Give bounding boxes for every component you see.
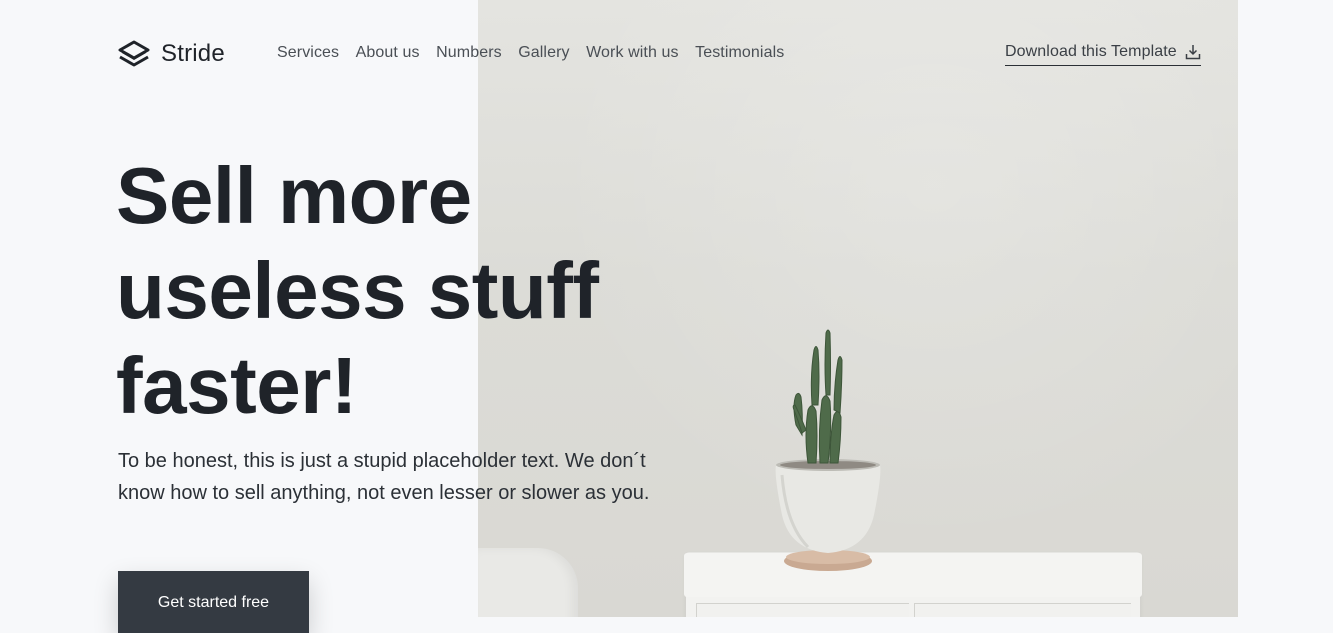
hero-subtext-line: To be honest, this is just a stupid plac…: [118, 450, 646, 472]
nav-link-work-with-us[interactable]: Work with us: [586, 44, 678, 62]
nav-link-about-us[interactable]: About us: [356, 44, 420, 62]
download-icon: [1185, 45, 1201, 60]
layers-icon: [118, 40, 150, 67]
nav-link-numbers[interactable]: Numbers: [436, 44, 502, 62]
nav-link-testimonials[interactable]: Testimonials: [695, 44, 784, 62]
nav-link-services[interactable]: Services: [277, 44, 339, 62]
hero-headline-line: faster!: [116, 341, 358, 430]
cabinet-image: [684, 553, 1142, 617]
hero-subtext: To be honest, this is just a stupid plac…: [118, 445, 758, 509]
hero-headline-line: Sell more: [116, 151, 472, 240]
nav-link-gallery[interactable]: Gallery: [518, 44, 569, 62]
download-template-link[interactable]: Download this Template: [1005, 43, 1201, 66]
get-started-button[interactable]: Get started free: [118, 571, 309, 633]
brand-logo[interactable]: Stride: [118, 40, 225, 68]
cabinet-drawer: [696, 603, 909, 617]
cabinet-drawer: [914, 603, 1131, 617]
brand-name: Stride: [161, 40, 225, 67]
cabinet-top: [684, 553, 1142, 597]
hero-headline-line: useless stuff: [116, 246, 599, 335]
main-nav: Services About us Numbers Gallery Work w…: [277, 44, 801, 62]
site-header: Stride Services About us Numbers Gallery…: [0, 0, 1333, 108]
cactus-plant-image: [775, 329, 881, 571]
chair-image: [478, 548, 578, 617]
hero-subtext-line: know how to sell anything, not even less…: [118, 482, 650, 504]
download-template-label: Download this Template: [1005, 43, 1177, 60]
hero-headline: Sell more useless stuff faster!: [116, 148, 756, 433]
